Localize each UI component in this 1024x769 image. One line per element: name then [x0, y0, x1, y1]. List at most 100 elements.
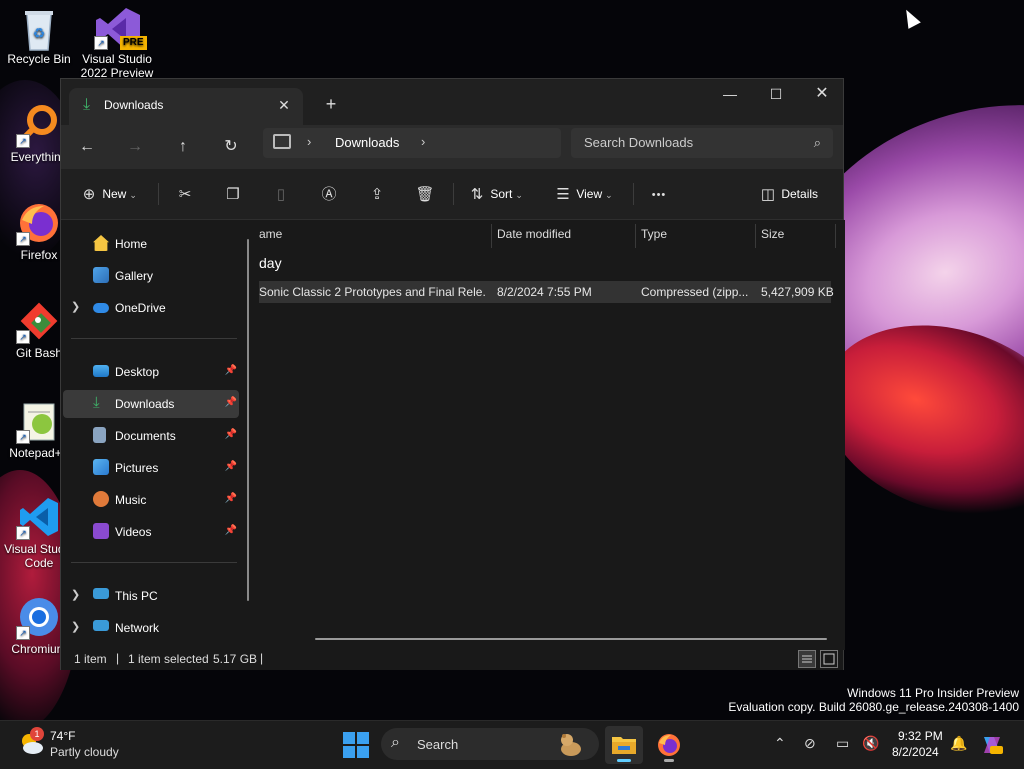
firefox-icon: [658, 734, 680, 756]
windows-logo-icon: [357, 746, 369, 758]
home-icon: [93, 235, 109, 251]
nav-label: Desktop: [115, 365, 160, 379]
weather-temperature[interactable]: 74°F: [50, 729, 75, 743]
nav-item-downloads[interactable]: ⤓ Downloads 📌: [63, 390, 239, 418]
delete-button[interactable]: 🗑: [415, 182, 435, 206]
nav-label: Music: [115, 493, 147, 507]
tab-downloads[interactable]: ⤓ Downloads ✕: [69, 88, 303, 125]
details-pane-button[interactable]: ◫ Details: [758, 182, 818, 206]
column-header-size[interactable]: Size: [761, 220, 784, 248]
network-disconnected-icon[interactable]: ⊘: [804, 735, 816, 752]
view-label: View: [576, 187, 603, 201]
cut-button[interactable]: ✂: [175, 182, 195, 206]
chevron-right-icon[interactable]: ❯: [71, 620, 80, 633]
refresh-button[interactable]: ↻: [217, 133, 245, 161]
close-window-button[interactable]: ✕: [799, 79, 845, 111]
weather-condition[interactable]: Partly cloudy: [50, 745, 119, 759]
shortcut-arrow-icon: ↗: [16, 330, 30, 344]
horizontal-scrollbar[interactable]: [315, 638, 827, 640]
nav-item-gallery[interactable]: Gallery: [63, 262, 239, 290]
notification-bell-icon[interactable]: 🔔: [950, 735, 967, 752]
plus-circle-icon: ⊕: [82, 185, 96, 203]
computer-icon: [273, 134, 291, 149]
volume-muted-icon[interactable]: 🔇: [862, 735, 879, 752]
rename-button[interactable]: Ⓐ: [319, 182, 339, 206]
see-more-button[interactable]: •••: [649, 182, 669, 206]
breadcrumb-downloads[interactable]: Downloads: [335, 135, 399, 150]
group-header-today[interactable]: day: [259, 255, 282, 271]
weather-widget-button[interactable]: 1: [18, 727, 44, 755]
desktop-icon-recycle-bin[interactable]: ♻ Recycle Bin: [0, 6, 78, 66]
paste-button[interactable]: ▯: [271, 182, 291, 206]
tiles-view-button[interactable]: [820, 650, 838, 668]
command-bar: ⊕ New ⌄ ✂ ❐ ▯ Ⓐ ⇪ 🗑 ⇅ Sort ⌄ ☰ View ⌄ ••• ◫…: [61, 169, 843, 220]
nav-pane-scrollbar[interactable]: [247, 239, 249, 601]
new-tab-button[interactable]: +: [319, 92, 343, 116]
show-hidden-icons-button[interactable]: ⌃: [774, 735, 786, 752]
column-divider[interactable]: [755, 224, 756, 248]
start-button[interactable]: [343, 732, 369, 758]
nav-item-onedrive[interactable]: ❯ OneDrive: [63, 294, 239, 322]
column-header-type[interactable]: Type: [641, 220, 667, 248]
sort-arrows-icon: ⇅: [470, 185, 484, 203]
column-divider[interactable]: [491, 224, 492, 248]
selection-size: 5.17 GB: [213, 652, 258, 666]
column-divider[interactable]: [635, 224, 636, 248]
chevron-right-icon[interactable]: ❯: [71, 300, 80, 313]
details-pane-icon: ◫: [760, 185, 776, 203]
address-bar[interactable]: › Downloads ›: [263, 128, 561, 158]
copilot-icon[interactable]: [980, 733, 1004, 757]
file-size: 5,427,909 KB: [761, 285, 834, 299]
nav-label: Network: [115, 621, 160, 635]
clipboard-icon: ▯: [276, 185, 286, 203]
nav-item-videos[interactable]: Videos 📌: [63, 518, 239, 546]
nav-item-home[interactable]: Home: [63, 230, 239, 258]
desktop-icon-visual-studio[interactable]: PRE ↗ Visual Studio 2022 Preview: [78, 6, 156, 80]
forward-button[interactable]: →: [121, 133, 149, 161]
nav-item-desktop[interactable]: Desktop 📌: [63, 358, 239, 386]
display-icon[interactable]: ▭: [836, 735, 849, 752]
taskbar-file-explorer[interactable]: [605, 726, 643, 764]
copy-button[interactable]: ❐: [223, 182, 243, 206]
sort-button[interactable]: ⇅ Sort ⌄: [467, 182, 523, 206]
chevron-down-icon: ⌄: [129, 190, 137, 200]
maximize-button[interactable]: ☐: [753, 79, 799, 111]
share-button[interactable]: ⇪: [367, 182, 387, 206]
details-view-button[interactable]: [798, 650, 816, 668]
clock-date[interactable]: 8/2/2024: [892, 745, 939, 759]
videos-icon: [93, 523, 109, 539]
taskbar-search-label: Search: [417, 737, 459, 752]
search-icon[interactable]: ⌕: [814, 135, 821, 151]
nav-item-network[interactable]: ❯ Network: [63, 614, 239, 642]
taskbar-firefox[interactable]: [650, 726, 688, 764]
close-tab-button[interactable]: ✕: [273, 94, 295, 116]
chevron-right-icon[interactable]: ❯: [71, 588, 80, 601]
title-bar: ⤓ Downloads ✕ + — ☐ ✕: [61, 79, 843, 125]
clock-time[interactable]: 9:32 PM: [898, 729, 943, 743]
nav-item-music[interactable]: Music 📌: [63, 486, 239, 514]
running-indicator: [664, 759, 674, 762]
view-button[interactable]: ☰ View ⌄: [553, 182, 612, 206]
taskbar-search-box[interactable]: ⌕ Search: [381, 728, 599, 760]
nav-item-documents[interactable]: Documents 📌: [63, 422, 239, 450]
up-button[interactable]: ↑: [169, 133, 197, 161]
nav-item-pictures[interactable]: Pictures 📌: [63, 454, 239, 482]
column-header-date-modified[interactable]: Date modified: [497, 220, 571, 248]
search-input[interactable]: Search Downloads ⌕: [571, 128, 833, 158]
sort-label: Sort: [490, 187, 513, 201]
trash-icon: 🗑: [415, 185, 435, 203]
table-row[interactable]: Sonic Classic 2 Prototypes and Final Rel…: [259, 281, 834, 303]
tab-title: Downloads: [104, 98, 164, 112]
column-divider[interactable]: [835, 224, 836, 248]
new-button[interactable]: ⊕ New ⌄: [79, 182, 137, 206]
back-button[interactable]: ←: [73, 133, 101, 161]
column-header-name[interactable]: ame: [259, 220, 282, 248]
nav-item-this-pc[interactable]: ❯ This PC: [63, 582, 239, 610]
network-icon: [93, 620, 109, 631]
minimize-button[interactable]: —: [707, 79, 753, 111]
folder-icon: [612, 737, 636, 754]
chromium-icon: ↗: [16, 596, 60, 640]
git-bash-icon: ↗: [16, 300, 60, 344]
breadcrumb-separator[interactable]: ›: [307, 134, 311, 149]
breadcrumb-separator[interactable]: ›: [421, 134, 425, 149]
